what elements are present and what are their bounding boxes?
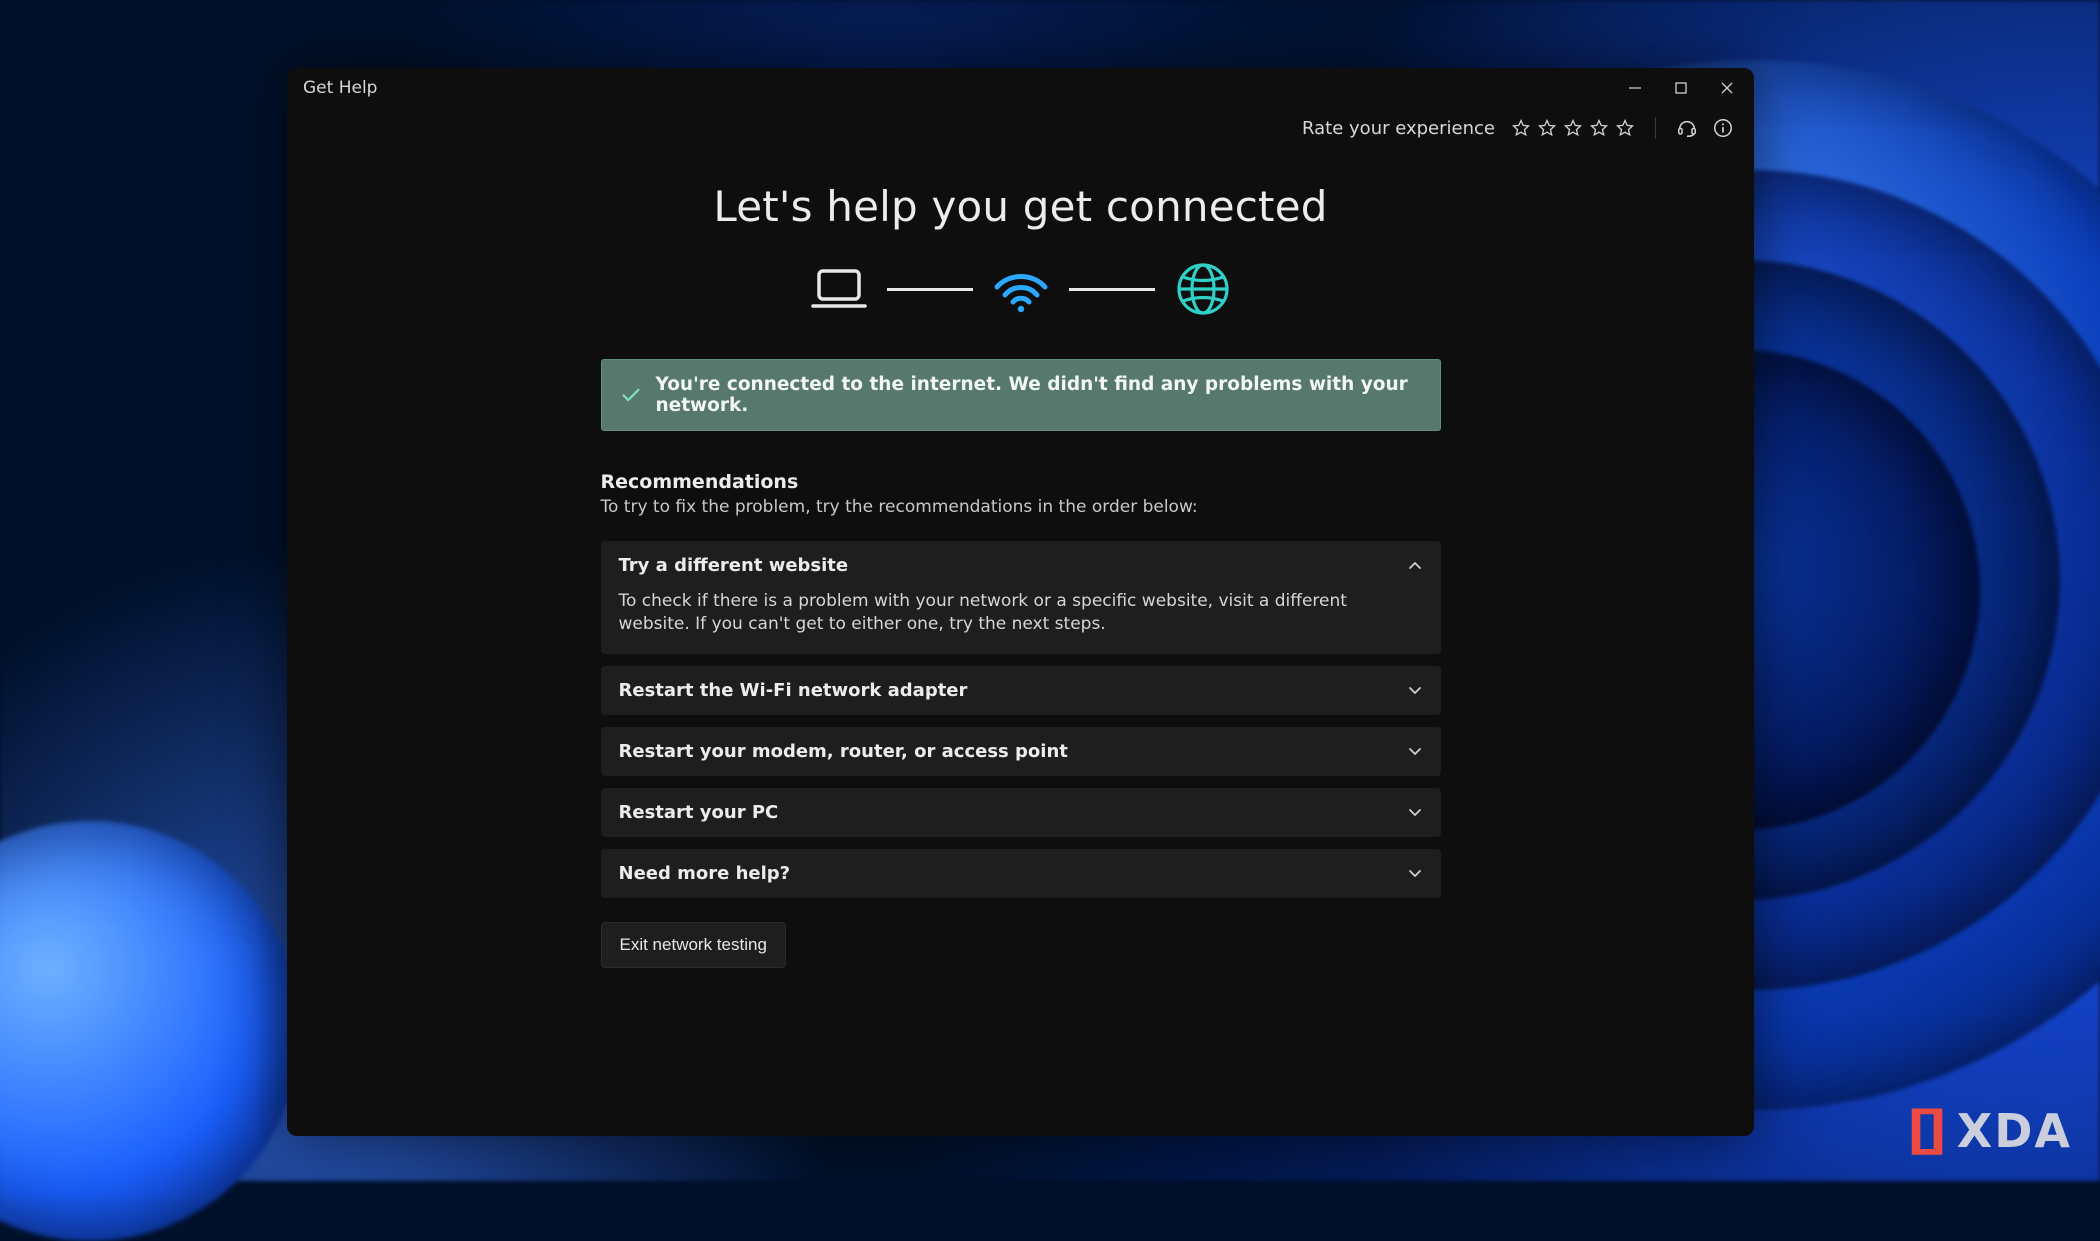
star-icon[interactable] xyxy=(1589,118,1609,138)
accordion-header[interactable]: Try a different website xyxy=(601,541,1441,590)
chevron-down-icon xyxy=(1407,682,1423,698)
toolbar: Rate your experience xyxy=(287,108,1754,154)
get-help-window: Get Help Rate your experience xyxy=(287,68,1754,1136)
minimize-icon xyxy=(1628,81,1642,95)
bracket-icon: ] xyxy=(1923,1101,1949,1161)
rating-stars xyxy=(1511,118,1635,138)
chevron-down-icon xyxy=(1407,804,1423,820)
accordion-item-restart-pc: Restart your PC xyxy=(601,788,1441,837)
accordion-header[interactable]: Restart your modem, router, or access po… xyxy=(601,727,1441,776)
accordion-title: Need more help? xyxy=(619,863,791,884)
accordion-header[interactable]: Need more help? xyxy=(601,849,1441,898)
accordion-title: Try a different website xyxy=(619,555,849,576)
wallpaper-swirl xyxy=(0,821,300,1241)
accordion-title: Restart the Wi-Fi network adapter xyxy=(619,680,968,701)
recommendations-subtext: To try to fix the problem, try the recom… xyxy=(601,497,1441,517)
diagram-connector xyxy=(887,288,973,291)
close-icon xyxy=(1720,81,1734,95)
content-area: Let's help you get connected xyxy=(287,154,1754,968)
maximize-icon xyxy=(1674,81,1688,95)
xda-text: XDA xyxy=(1957,1104,2072,1158)
status-banner: You're connected to the internet. We did… xyxy=(601,359,1441,431)
support-agent-button[interactable] xyxy=(1676,117,1698,139)
window-controls xyxy=(1612,68,1750,108)
accordion-header[interactable]: Restart the Wi-Fi network adapter xyxy=(601,666,1441,715)
recommendations-heading: Recommendations xyxy=(601,471,1441,493)
accordion-header[interactable]: Restart your PC xyxy=(601,788,1441,837)
accordion-item-need-more-help: Need more help? xyxy=(601,849,1441,898)
accordion-item-restart-router: Restart your modem, router, or access po… xyxy=(601,727,1441,776)
exit-network-testing-button[interactable]: Exit network testing xyxy=(601,922,786,968)
chevron-up-icon xyxy=(1407,558,1423,574)
recommendations-accordion: Try a different website To check if ther… xyxy=(601,541,1441,898)
accordion-item-try-different-website: Try a different website To check if ther… xyxy=(601,541,1441,654)
page-title: Let's help you get connected xyxy=(287,182,1754,231)
star-icon[interactable] xyxy=(1511,118,1531,138)
titlebar[interactable]: Get Help xyxy=(287,68,1754,108)
star-icon[interactable] xyxy=(1615,118,1635,138)
xda-watermark: [ ] XDA xyxy=(1907,1101,2072,1161)
accordion-item-restart-wifi-adapter: Restart the Wi-Fi network adapter xyxy=(601,666,1441,715)
close-button[interactable] xyxy=(1704,68,1750,108)
diagram-connector xyxy=(1069,288,1155,291)
accordion-body: To check if there is a problem with your… xyxy=(601,590,1441,654)
support-agent-icon xyxy=(1676,117,1698,139)
window-title: Get Help xyxy=(303,78,377,98)
accordion-title: Restart your PC xyxy=(619,802,779,823)
laptop-icon xyxy=(809,265,869,313)
rate-experience-label: Rate your experience xyxy=(1302,118,1495,139)
chevron-down-icon xyxy=(1407,743,1423,759)
status-text: You're connected to the internet. We did… xyxy=(656,374,1422,416)
accordion-title: Restart your modem, router, or access po… xyxy=(619,741,1068,762)
maximize-button[interactable] xyxy=(1658,68,1704,108)
chevron-down-icon xyxy=(1407,865,1423,881)
toolbar-separator xyxy=(1655,117,1656,139)
info-button[interactable] xyxy=(1712,117,1734,139)
check-icon xyxy=(620,384,642,406)
globe-icon xyxy=(1173,261,1233,317)
minimize-button[interactable] xyxy=(1612,68,1658,108)
star-icon[interactable] xyxy=(1563,118,1583,138)
star-icon[interactable] xyxy=(1537,118,1557,138)
wifi-icon xyxy=(991,265,1051,313)
info-icon xyxy=(1712,117,1734,139)
connectivity-diagram xyxy=(287,261,1754,317)
